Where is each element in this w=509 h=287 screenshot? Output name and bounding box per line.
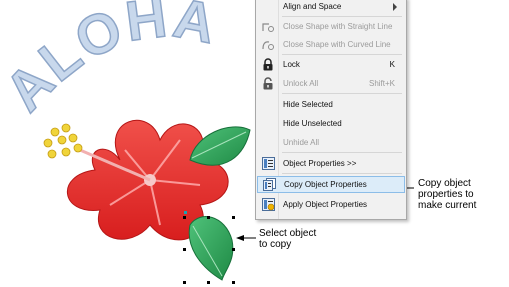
menu-item-label: Unlock All (283, 79, 319, 88)
apply-properties-icon (257, 196, 279, 213)
menu-separator (282, 152, 402, 153)
select-object-callout: Select object to copy (259, 228, 317, 250)
menu-item-label: Close Shape with Straight Line (283, 22, 393, 31)
menu-item-object-properties[interactable]: Object Properties >> (257, 155, 405, 172)
menu-item-hide-selected[interactable]: Hide Selected (257, 96, 405, 113)
menu-item-unlock-all[interactable]: Unlock All Shift+K (257, 75, 405, 92)
lock-icon (257, 56, 279, 73)
menu-separator (282, 16, 402, 17)
menu-item-close-curved[interactable]: Close Shape with Curved Line (257, 36, 405, 53)
menu-item-apply-object-properties[interactable]: Apply Object Properties (257, 196, 405, 213)
menu-item-shortcut: K (389, 60, 395, 69)
object-properties-icon (257, 155, 279, 172)
menu-item-copy-object-properties[interactable]: Copy Object Properties (257, 176, 405, 193)
menu-item-label: Close Shape with Curved Line (283, 40, 391, 49)
select-callout-arrow (236, 235, 256, 241)
menu-item-label: Unhide All (283, 138, 320, 147)
menu-item-label: Hide Unselected (283, 119, 342, 128)
context-menu: Align and Space Close Shape with Straigh… (255, 0, 407, 220)
lower-leaf-selected[interactable] (188, 216, 234, 281)
copy-properties-icon (258, 176, 280, 193)
menu-item-lock[interactable]: Lock K (257, 56, 405, 73)
menu-item-label: Copy Object Properties (284, 180, 367, 189)
menu-separator (282, 173, 402, 174)
menu-item-unhide-all[interactable]: Unhide All (257, 134, 405, 151)
menu-item-label: Lock (283, 60, 300, 69)
menu-item-label: Align and Space (283, 2, 342, 11)
menu-item-align-and-space[interactable]: Align and Space (257, 0, 405, 15)
submenu-arrow-icon (393, 3, 397, 11)
menu-separator (282, 93, 402, 94)
copy-properties-callout: Copy object properties to make current (418, 178, 477, 211)
stamen (43, 123, 83, 159)
blank-icon (257, 0, 279, 15)
menu-separator (282, 54, 402, 55)
menu-item-label: Hide Selected (283, 100, 333, 109)
blank-icon (257, 134, 279, 151)
blank-icon (257, 96, 279, 113)
close-straight-icon (257, 18, 279, 35)
blank-icon (257, 115, 279, 132)
menu-item-hide-unselected[interactable]: Hide Unselected (257, 115, 405, 132)
menu-item-close-straight[interactable]: Close Shape with Straight Line (257, 18, 405, 35)
menu-item-label: Apply Object Properties (283, 200, 368, 209)
close-curved-icon (257, 36, 279, 53)
menu-item-shortcut: Shift+K (368, 79, 395, 88)
aloha-text[interactable]: ALOHA (0, 0, 222, 123)
menu-item-label: Object Properties >> (283, 159, 357, 168)
unlock-icon (257, 75, 279, 92)
